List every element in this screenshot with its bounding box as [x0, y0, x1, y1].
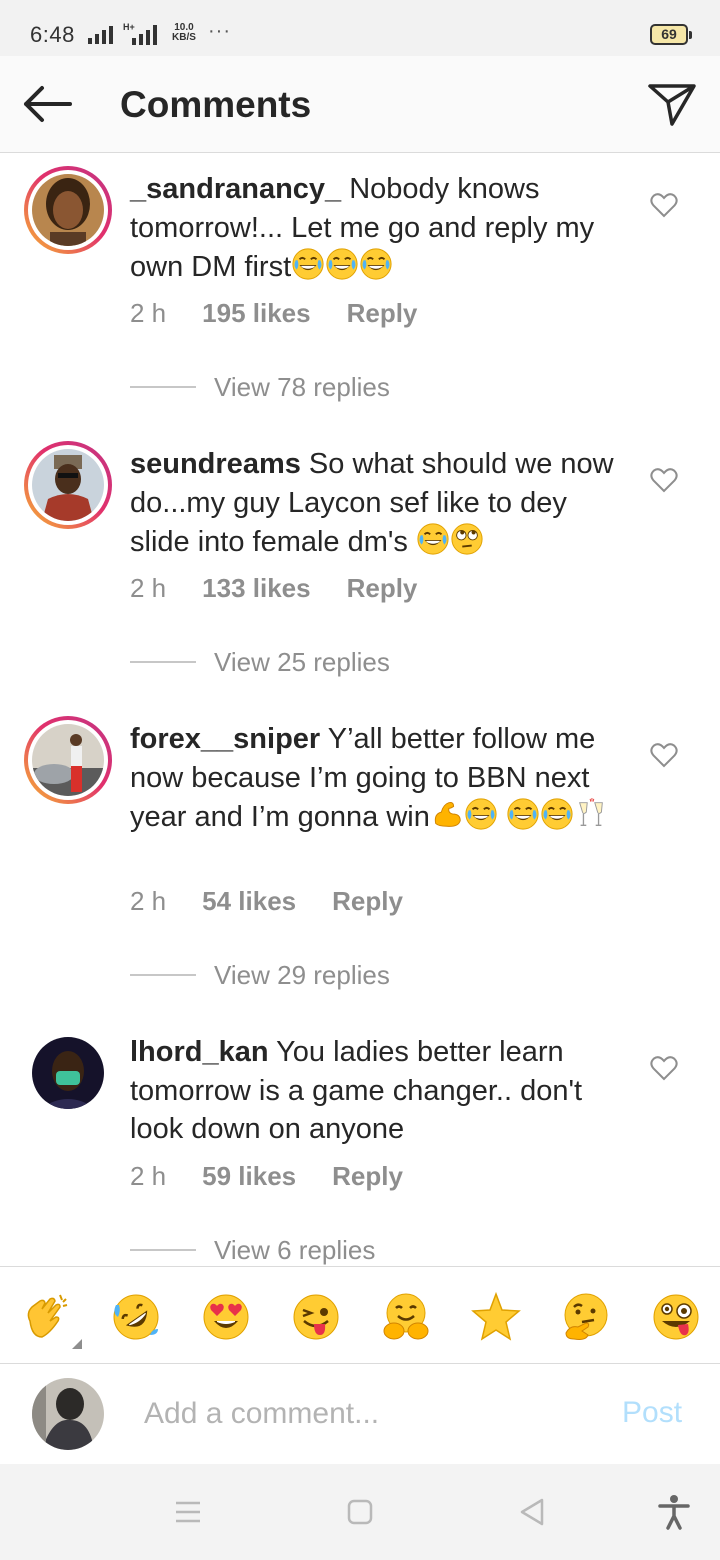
reactions-corner-indicator-icon — [72, 1339, 82, 1349]
comment-likes[interactable]: 195 likes — [202, 298, 310, 329]
quick-reactions-bar — [0, 1266, 720, 1364]
back-triangle-icon[interactable] — [512, 1494, 552, 1530]
avatar-image — [32, 449, 104, 521]
comment-likes[interactable]: 133 likes — [202, 573, 310, 604]
heart-eyes-icon[interactable] — [200, 1291, 252, 1343]
heart-icon[interactable] — [650, 1055, 678, 1081]
my-avatar-image — [32, 1378, 104, 1450]
comment-username[interactable]: lhord_kan — [130, 1036, 269, 1068]
avatar-image — [32, 724, 104, 796]
status-bar: 6:48 H+ 10.0 KB/S ··· 69 — [0, 0, 720, 56]
hugging-face-icon[interactable] — [380, 1291, 432, 1343]
comment-text: _sandranancy_ Nobody knows tomorrow!... … — [130, 170, 630, 287]
view-replies-link[interactable]: View 6 replies — [130, 1235, 375, 1266]
reply-button[interactable]: Reply — [347, 573, 418, 604]
star-icon[interactable] — [470, 1291, 522, 1343]
heart-icon[interactable] — [650, 192, 678, 218]
comment-time: 2 h — [130, 298, 167, 328]
comment-time: 2 h — [130, 1161, 167, 1191]
comment-meta: 2 h 54 likes Reply — [130, 886, 439, 917]
avatar[interactable] — [24, 716, 112, 804]
status-time: 6:48 — [30, 22, 75, 47]
avatar-image — [32, 174, 104, 246]
thinking-face-icon[interactable] — [560, 1291, 612, 1343]
face-with-tears-of-joy-icon — [540, 797, 574, 831]
comment-text: lhord_kan You ladies better learn tomorr… — [130, 1033, 630, 1149]
reply-button[interactable]: Reply — [332, 886, 403, 917]
comment-likes[interactable]: 59 likes — [202, 1161, 296, 1192]
clinking-glasses-icon — [574, 797, 608, 831]
comment-time: 2 h — [130, 573, 167, 603]
comment-username[interactable]: forex__sniper — [130, 723, 320, 755]
home-square-icon[interactable] — [340, 1494, 380, 1530]
accessibility-icon[interactable] — [654, 1494, 694, 1530]
comment-time: 2 h — [130, 886, 167, 916]
view-replies-link[interactable]: View 78 replies — [130, 372, 390, 403]
heart-icon[interactable] — [650, 467, 678, 493]
system-nav-bar — [0, 1464, 720, 1560]
arrow-left-icon[interactable] — [20, 80, 76, 128]
signal-2-icon — [132, 25, 157, 45]
comment-username[interactable]: seundreams — [130, 448, 301, 480]
comment-meta: 2 h 195 likes Reply — [130, 298, 453, 329]
face-with-tears-of-joy-icon — [291, 247, 325, 281]
comment-likes[interactable]: 54 likes — [202, 886, 296, 917]
face-with-tears-of-joy-icon — [359, 247, 393, 281]
signal-icon — [88, 26, 113, 44]
avatar-image — [32, 1037, 104, 1109]
face-with-tears-of-joy-icon — [325, 247, 359, 281]
reply-button[interactable]: Reply — [347, 298, 418, 329]
header: Comments — [0, 56, 720, 153]
face-with-tears-of-joy-icon — [506, 797, 540, 831]
heart-icon[interactable] — [650, 742, 678, 768]
face-with-tears-of-joy-icon — [416, 522, 450, 556]
face-with-tears-of-joy-icon — [464, 797, 498, 831]
clapping-hands-icon[interactable] — [20, 1291, 72, 1343]
comment-list[interactable]: _sandranancy_ Nobody knows tomorrow!... … — [0, 154, 720, 1266]
add-comment-input[interactable] — [144, 1392, 584, 1436]
page-title: Comments — [120, 84, 312, 125]
view-replies-link[interactable]: View 25 replies — [130, 647, 390, 678]
avatar[interactable] — [24, 441, 112, 529]
menu-icon[interactable] — [168, 1494, 208, 1530]
more-notifications-icon: ··· — [208, 20, 231, 42]
comment-username[interactable]: _sandranancy_ — [130, 173, 341, 205]
battery-icon: 69 — [650, 24, 692, 45]
reply-button[interactable]: Reply — [332, 1161, 403, 1192]
flexed-biceps-icon — [430, 797, 464, 831]
paper-plane-icon[interactable] — [646, 80, 698, 128]
add-comment-bar: Post — [0, 1364, 720, 1464]
comment-meta: 2 h 133 likes Reply — [130, 573, 453, 604]
comment-text: seundreams So what should we now do...my… — [130, 445, 630, 562]
winking-tongue-icon[interactable] — [290, 1291, 342, 1343]
face-with-rolling-eyes-icon — [450, 522, 484, 556]
avatar[interactable] — [32, 1037, 104, 1109]
my-avatar — [32, 1378, 104, 1450]
comment-meta: 2 h 59 likes Reply — [130, 1161, 439, 1192]
zany-face-icon[interactable] — [650, 1291, 702, 1343]
rolling-on-floor-laughing-icon[interactable] — [110, 1291, 162, 1343]
avatar[interactable] — [24, 166, 112, 254]
comment-text: forex__sniper Y’all better follow me now… — [130, 720, 630, 837]
network-speed: 10.0 KB/S — [172, 22, 196, 43]
post-button[interactable]: Post — [622, 1396, 682, 1430]
view-replies-link[interactable]: View 29 replies — [130, 960, 390, 991]
